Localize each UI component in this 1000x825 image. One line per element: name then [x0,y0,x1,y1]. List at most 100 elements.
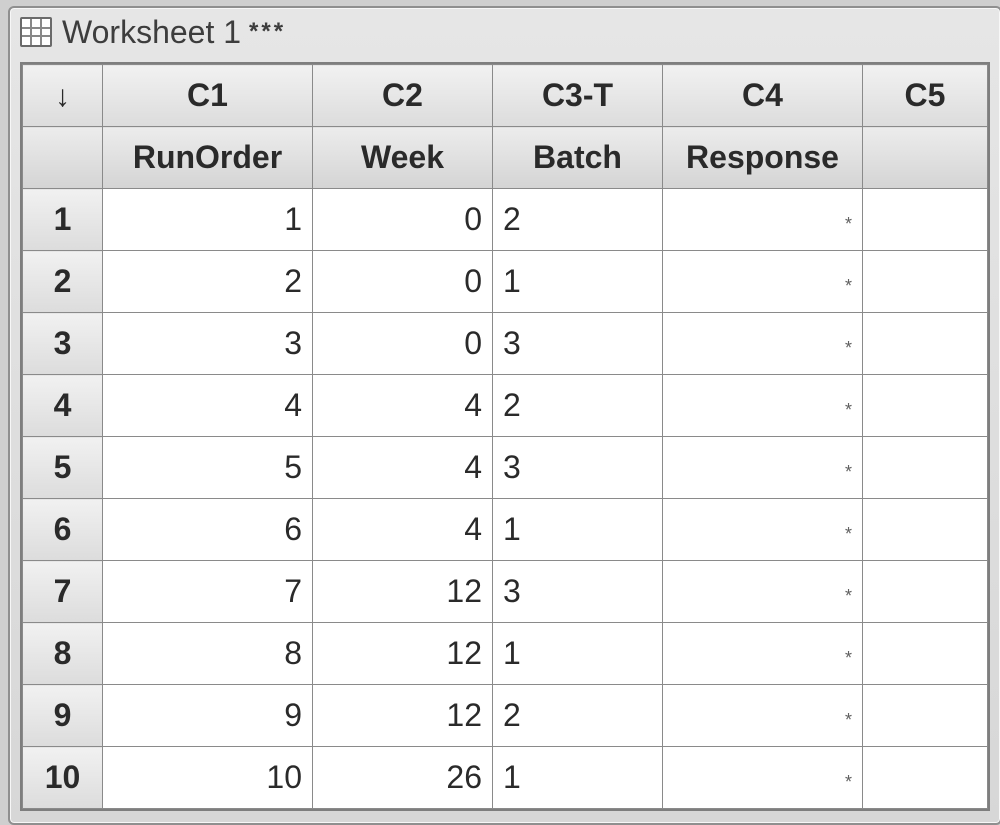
cell-c5[interactable] [863,623,988,685]
column-name-batch[interactable]: Batch [493,127,663,189]
cell-week[interactable]: 4 [313,375,493,437]
column-id-c5[interactable]: C5 [863,65,988,127]
row-header[interactable]: 5 [23,437,103,499]
cell-c5[interactable] [863,313,988,375]
cell-week[interactable]: 26 [313,747,493,809]
cell-batch[interactable]: 1 [493,747,663,809]
column-name-response[interactable]: Response [663,127,863,189]
titlebar[interactable]: Worksheet 1 *** [10,8,1000,56]
cell-week[interactable]: 0 [313,313,493,375]
cell-response[interactable]: * [663,189,863,251]
cell-runorder[interactable]: 2 [103,251,313,313]
cell-week[interactable]: 4 [313,499,493,561]
cell-response[interactable]: * [663,251,863,313]
worksheet-window: Worksheet 1 *** ↓ C1 C2 C3-T C4 C5 [8,6,1000,825]
column-id-row: ↓ C1 C2 C3-T C4 C5 [23,65,988,127]
cell-batch[interactable]: 2 [493,685,663,747]
cell-batch[interactable]: 1 [493,623,663,685]
row-header[interactable]: 4 [23,375,103,437]
row-header[interactable]: 1 [23,189,103,251]
cell-response[interactable]: * [663,437,863,499]
cell-batch[interactable]: 1 [493,499,663,561]
cell-runorder[interactable]: 5 [103,437,313,499]
table-row: 5 5 4 3 * [23,437,988,499]
cell-runorder[interactable]: 4 [103,375,313,437]
missing-value-icon: * [845,338,852,358]
missing-value-icon: * [845,276,852,296]
cell-week[interactable]: 12 [313,623,493,685]
column-name-c5[interactable] [863,127,988,189]
cell-batch[interactable]: 3 [493,437,663,499]
cell-week[interactable]: 12 [313,561,493,623]
sort-arrow-down-icon: ↓ [55,82,70,112]
cell-week[interactable]: 12 [313,685,493,747]
missing-value-icon: * [845,772,852,792]
table-row: 4 4 4 2 * [23,375,988,437]
cell-batch[interactable]: 3 [493,561,663,623]
cell-response[interactable]: * [663,747,863,809]
cell-runorder[interactable]: 1 [103,189,313,251]
missing-value-icon: * [845,214,852,234]
row-header[interactable]: 3 [23,313,103,375]
row-header[interactable]: 2 [23,251,103,313]
cell-response[interactable]: * [663,623,863,685]
column-id-c3[interactable]: C3-T [493,65,663,127]
cell-week[interactable]: 4 [313,437,493,499]
column-id-c1[interactable]: C1 [103,65,313,127]
cell-batch[interactable]: 3 [493,313,663,375]
row-header[interactable]: 6 [23,499,103,561]
missing-value-icon: * [845,710,852,730]
row-header[interactable]: 7 [23,561,103,623]
data-table[interactable]: ↓ C1 C2 C3-T C4 C5 RunOrder Week Batch R… [22,64,988,809]
cell-week[interactable]: 0 [313,251,493,313]
cell-response[interactable]: * [663,313,863,375]
missing-value-icon: * [845,586,852,606]
cell-c5[interactable] [863,499,988,561]
cell-batch[interactable]: 2 [493,375,663,437]
cell-c5[interactable] [863,437,988,499]
table-row: 3 3 0 3 * [23,313,988,375]
table-row: 1 1 0 2 * [23,189,988,251]
dirty-marker: *** [249,18,286,46]
cell-c5[interactable] [863,375,988,437]
table-row: 10 10 26 1 * [23,747,988,809]
row-header[interactable]: 10 [23,747,103,809]
missing-value-icon: * [845,648,852,668]
cell-runorder[interactable]: 7 [103,561,313,623]
cell-c5[interactable] [863,685,988,747]
table-row: 7 7 12 3 * [23,561,988,623]
cell-c5[interactable] [863,189,988,251]
cell-week[interactable]: 0 [313,189,493,251]
cell-response[interactable]: * [663,561,863,623]
row-header[interactable]: 9 [23,685,103,747]
corner-cell[interactable]: ↓ [23,65,103,127]
table-row: 8 8 12 1 * [23,623,988,685]
missing-value-icon: * [845,400,852,420]
column-name-row: RunOrder Week Batch Response [23,127,988,189]
cell-c5[interactable] [863,747,988,809]
column-id-c2[interactable]: C2 [313,65,493,127]
table-row: 6 6 4 1 * [23,499,988,561]
column-name-blank[interactable] [23,127,103,189]
cell-batch[interactable]: 1 [493,251,663,313]
cell-response[interactable]: * [663,685,863,747]
cell-c5[interactable] [863,251,988,313]
column-id-c4[interactable]: C4 [663,65,863,127]
cell-runorder[interactable]: 6 [103,499,313,561]
column-name-week[interactable]: Week [313,127,493,189]
table-row: 9 9 12 2 * [23,685,988,747]
cell-response[interactable]: * [663,499,863,561]
column-name-runorder[interactable]: RunOrder [103,127,313,189]
missing-value-icon: * [845,524,852,544]
cell-c5[interactable] [863,561,988,623]
row-header[interactable]: 8 [23,623,103,685]
cell-runorder[interactable]: 8 [103,623,313,685]
worksheet-grid[interactable]: ↓ C1 C2 C3-T C4 C5 RunOrder Week Batch R… [20,62,990,811]
cell-response[interactable]: * [663,375,863,437]
cell-runorder[interactable]: 3 [103,313,313,375]
table-row: 2 2 0 1 * [23,251,988,313]
worksheet-title: Worksheet 1 [62,14,241,51]
cell-runorder[interactable]: 10 [103,747,313,809]
cell-batch[interactable]: 2 [493,189,663,251]
cell-runorder[interactable]: 9 [103,685,313,747]
